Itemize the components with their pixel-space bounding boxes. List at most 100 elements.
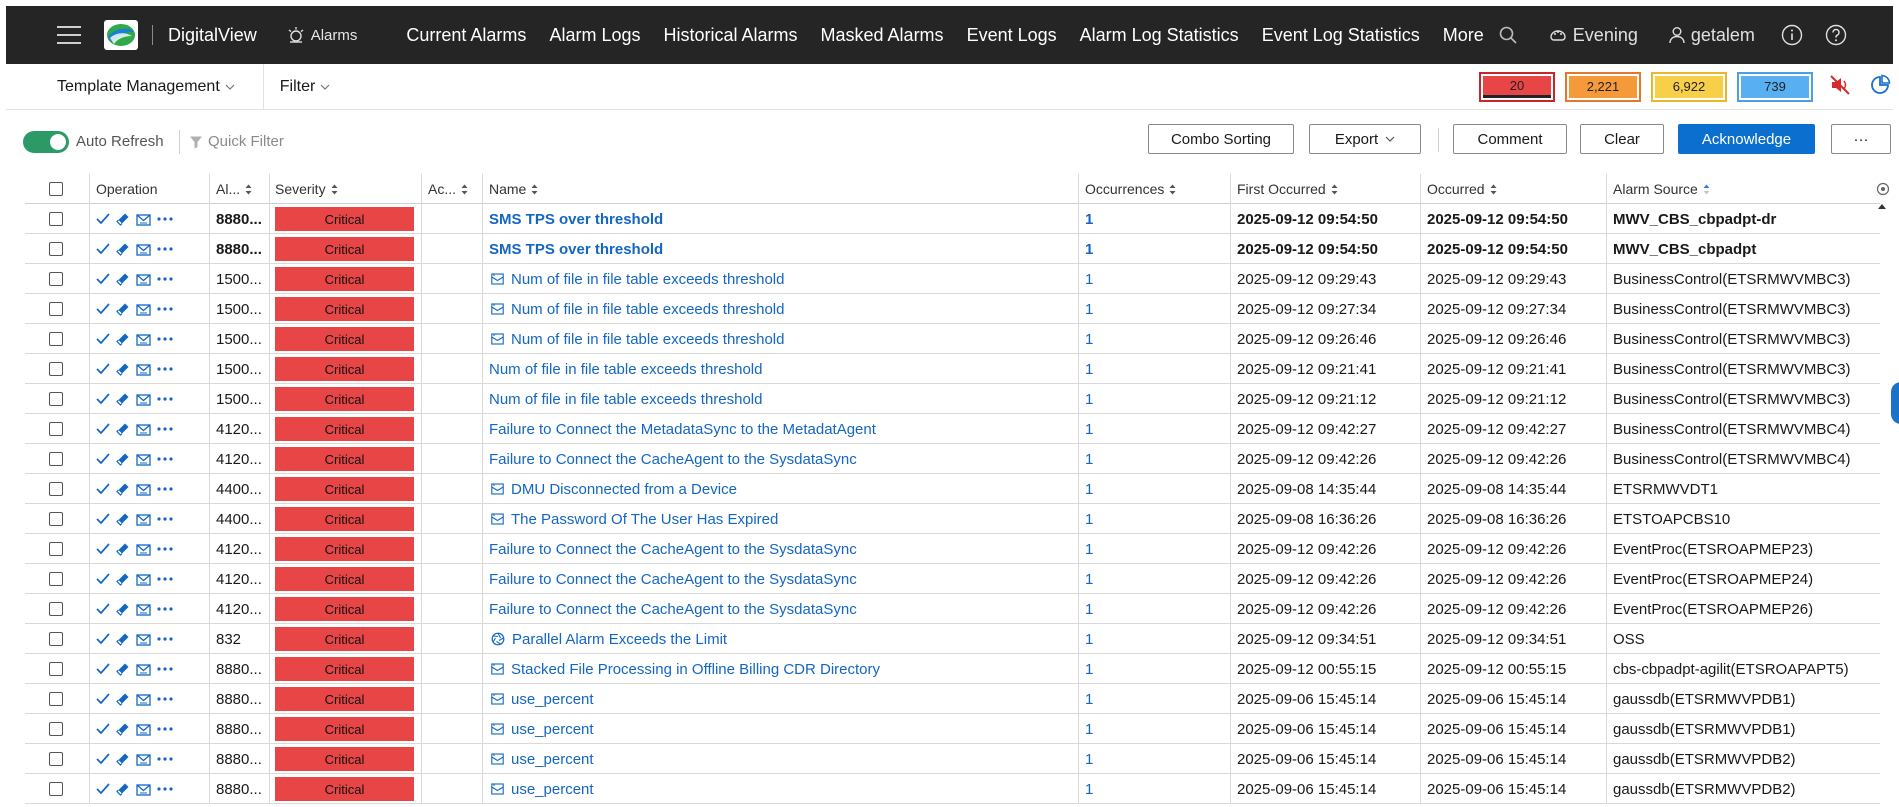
sort-icon[interactable] [461, 184, 468, 195]
table-row[interactable]: 8880... Critical use_percent 1 2025-09-06 15… [25, 744, 1880, 774]
occurrences-link[interactable]: 1 [1085, 391, 1093, 408]
acknowledge-icon[interactable] [96, 273, 110, 285]
alarm-name-link[interactable]: Parallel Alarm Exceeds the Limit [489, 631, 727, 648]
table-row[interactable]: 8880... Critical use_percent 1 2025-09-06 15… [25, 684, 1880, 714]
more-icon[interactable] [157, 277, 173, 281]
info-icon[interactable] [1781, 24, 1803, 46]
row-checkbox[interactable] [49, 752, 63, 766]
alarm-name-link[interactable]: Num of file in file table exceeds thresh… [489, 301, 784, 318]
select-all-checkbox[interactable] [49, 182, 63, 196]
more-icon[interactable] [157, 757, 173, 761]
search-icon[interactable] [1498, 25, 1518, 45]
occurrences-link[interactable]: 1 [1085, 511, 1093, 528]
occurrences-link[interactable]: 1 [1085, 271, 1093, 288]
critical-counter[interactable]: 20 [1479, 72, 1555, 102]
clear-eraser-icon[interactable] [116, 662, 130, 676]
more-icon[interactable] [157, 457, 173, 461]
more-icon[interactable] [157, 697, 173, 701]
acknowledge-icon[interactable] [96, 603, 110, 615]
alarm-name-link[interactable]: Num of file in file table exceeds thresh… [489, 361, 762, 378]
mail-icon[interactable] [136, 423, 151, 436]
col-alarm-id[interactable]: Al... [209, 174, 269, 204]
mail-icon[interactable] [136, 693, 151, 706]
mail-icon[interactable] [136, 753, 151, 766]
alarm-name-link[interactable]: Failure to Connect the CacheAgent to the… [489, 571, 857, 588]
occurrences-link[interactable]: 1 [1085, 571, 1093, 588]
clear-eraser-icon[interactable] [116, 212, 130, 226]
nav-event-log-statistics[interactable]: Event Log Statistics [1262, 25, 1420, 46]
minor-counter[interactable]: 6,922 [1651, 72, 1727, 102]
clear-eraser-icon[interactable] [116, 572, 130, 586]
sort-icon[interactable] [1331, 184, 1338, 195]
more-icon[interactable] [157, 217, 173, 221]
row-checkbox[interactable] [49, 542, 63, 556]
mail-icon[interactable] [136, 243, 151, 256]
sort-icon[interactable] [1169, 184, 1176, 195]
table-row[interactable]: 8880... Critical use_percent 1 2025-09-06 15… [25, 714, 1880, 744]
occurrences-link[interactable]: 1 [1085, 211, 1093, 228]
alarm-name-link[interactable]: Num of file in file table exceeds thresh… [489, 391, 762, 408]
occurrences-link[interactable]: 1 [1085, 691, 1093, 708]
col-occurred[interactable]: Occurred [1420, 174, 1606, 204]
clear-eraser-icon[interactable] [116, 722, 130, 736]
occurrences-link[interactable]: 1 [1085, 301, 1093, 318]
table-row[interactable]: 8880... Critical use_percent 1 2025-09-06 15… [25, 774, 1880, 804]
acknowledge-icon[interactable] [96, 363, 110, 375]
occurrences-link[interactable]: 1 [1085, 331, 1093, 348]
row-checkbox[interactable] [49, 722, 63, 736]
table-row[interactable]: 1500... Critical Num of file in file table… [25, 354, 1880, 384]
clear-eraser-icon[interactable] [116, 692, 130, 706]
table-row[interactable]: 8880... Critical Stacked File Processing i… [25, 654, 1880, 684]
auto-refresh-toggle[interactable] [23, 131, 69, 153]
comment-button[interactable]: Comment [1453, 124, 1567, 154]
mail-icon[interactable] [136, 633, 151, 646]
more-actions-button[interactable]: ··· [1831, 124, 1891, 154]
acknowledge-icon[interactable] [96, 303, 110, 315]
alarm-name-link[interactable]: Failure to Connect the CacheAgent to the… [489, 601, 857, 618]
mail-icon[interactable] [136, 783, 151, 796]
nav-alarm-logs[interactable]: Alarm Logs [549, 25, 640, 46]
acknowledge-icon[interactable] [96, 483, 110, 495]
row-checkbox[interactable] [49, 302, 63, 316]
more-icon[interactable] [157, 397, 173, 401]
scroll-up-arrow[interactable] [1878, 204, 1886, 209]
filter-dropdown[interactable]: Filter [280, 78, 331, 96]
acknowledge-icon[interactable] [96, 783, 110, 795]
row-checkbox[interactable] [49, 392, 63, 406]
col-first-occurred[interactable]: First Occurred [1230, 174, 1420, 204]
theme-switch[interactable]: Evening [1548, 25, 1638, 46]
more-icon[interactable] [157, 517, 173, 521]
more-icon[interactable] [157, 667, 173, 671]
alarm-name-link[interactable]: use_percent [489, 721, 594, 738]
alarm-name-link[interactable]: Failure to Connect the CacheAgent to the… [489, 541, 857, 558]
table-row[interactable]: 1500... Critical Num of file in file table… [25, 294, 1880, 324]
more-icon[interactable] [157, 307, 173, 311]
nav-event-logs[interactable]: Event Logs [967, 25, 1057, 46]
acknowledge-icon[interactable] [96, 573, 110, 585]
clear-eraser-icon[interactable] [116, 542, 130, 556]
clear-eraser-icon[interactable] [116, 272, 130, 286]
acknowledge-icon[interactable] [96, 753, 110, 765]
clear-eraser-icon[interactable] [116, 422, 130, 436]
acknowledge-icon[interactable] [96, 213, 110, 225]
occurrences-link[interactable]: 1 [1085, 751, 1093, 768]
table-row[interactable]: 1500... Critical Num of file in file table… [25, 384, 1880, 414]
nav-alarm-log-statistics[interactable]: Alarm Log Statistics [1080, 25, 1239, 46]
more-icon[interactable] [157, 367, 173, 371]
menu-icon[interactable] [57, 26, 81, 44]
mail-icon[interactable] [136, 363, 151, 376]
combo-sorting-button[interactable]: Combo Sorting [1148, 124, 1294, 154]
nav-masked-alarms[interactable]: Masked Alarms [821, 25, 944, 46]
row-checkbox[interactable] [49, 572, 63, 586]
mail-icon[interactable] [136, 303, 151, 316]
row-checkbox[interactable] [49, 422, 63, 436]
major-counter[interactable]: 2,221 [1565, 72, 1641, 102]
side-panel-handle[interactable] [1891, 382, 1899, 424]
more-icon[interactable] [157, 337, 173, 341]
clear-eraser-icon[interactable] [116, 392, 130, 406]
statistics-icon[interactable] [1869, 74, 1891, 101]
acknowledge-icon[interactable] [96, 453, 110, 465]
col-name[interactable]: Name [482, 174, 1078, 204]
sort-icon[interactable] [1490, 184, 1497, 195]
more-icon[interactable] [157, 487, 173, 491]
